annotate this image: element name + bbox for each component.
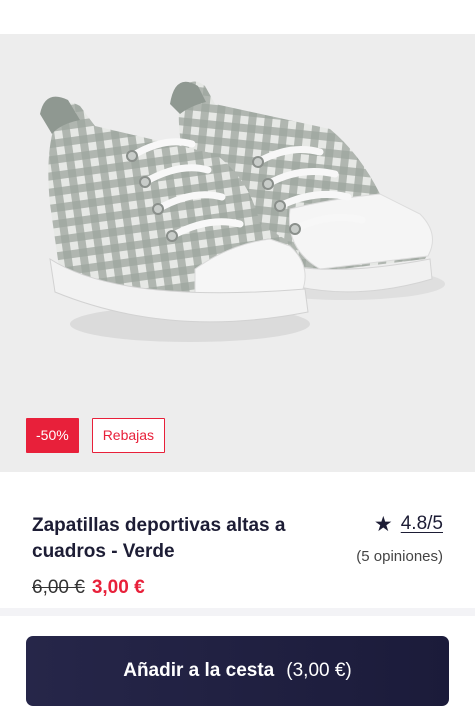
rating-link[interactable]: ★ 4.8/5	[374, 513, 443, 535]
product-badges: -50% Rebajas	[26, 418, 166, 453]
top-bar	[0, 0, 475, 34]
product-info: Zapatillas deportivas altas a cuadros - …	[0, 472, 475, 608]
sale-badge: Rebajas	[91, 418, 166, 453]
product-image[interactable]	[0, 34, 475, 472]
discount-badge: -50%	[26, 418, 79, 453]
product-title: Zapatillas deportivas altas a cuadros - …	[32, 515, 286, 562]
price-block: 6,00 € 3,00 €	[32, 577, 145, 599]
shoes-illustration	[40, 81, 445, 342]
add-to-cart-button[interactable]: Añadir a la cesta (3,00 €)	[26, 636, 449, 706]
section-divider	[0, 608, 475, 616]
add-to-cart-label: Añadir a la cesta	[123, 660, 275, 681]
add-to-cart-price: (3,00 €)	[286, 660, 352, 681]
rating-value: 4.8/5	[400, 513, 443, 534]
star-icon: ★	[373, 512, 393, 536]
old-price: 6,00 €	[32, 577, 85, 598]
review-count: (5 opiniones)	[356, 548, 443, 565]
new-price: 3,00 €	[91, 577, 145, 598]
